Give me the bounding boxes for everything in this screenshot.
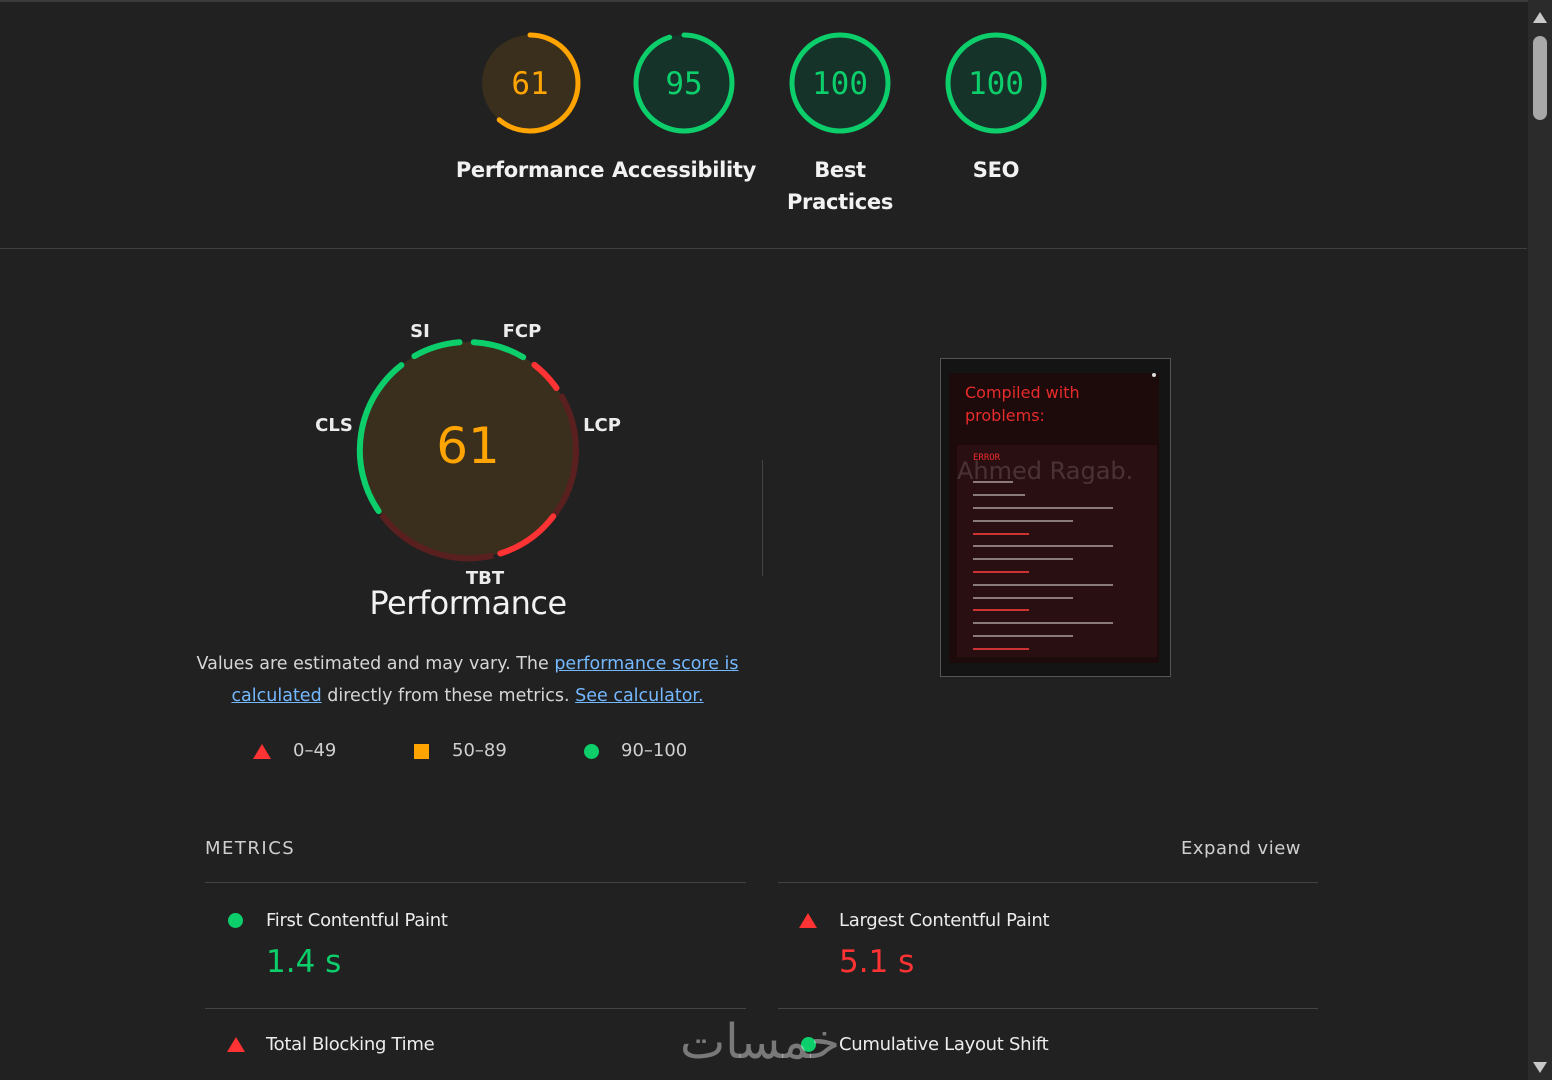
- circle-icon: [228, 913, 243, 928]
- gauge-seo[interactable]: 100 SEO: [916, 30, 1076, 186]
- label-fcp: FCP: [503, 321, 542, 342]
- performance-title: Performance: [369, 584, 567, 622]
- gauge-score: 95: [665, 66, 702, 102]
- scroll-thumb[interactable]: [1533, 36, 1547, 120]
- code-line: [973, 533, 1029, 535]
- gauge-ring: 100: [945, 32, 1047, 134]
- gauge-performance[interactable]: 61 Performance: [450, 30, 610, 186]
- legend-poor: 0–49: [253, 740, 336, 761]
- section-divider: [0, 248, 1527, 249]
- code-line: [973, 622, 1113, 624]
- expand-view-toggle[interactable]: Expand view: [1181, 838, 1301, 859]
- gauge-label: Performance: [455, 158, 605, 182]
- code-line: [973, 648, 1029, 650]
- gauge-score: 100: [968, 66, 1024, 102]
- final-screenshot[interactable]: Compiled with problems: ERROR Ahmed Raga…: [940, 358, 1171, 677]
- code-line: [973, 558, 1073, 560]
- gauge-accessibility[interactable]: 95 Accessibility: [604, 30, 764, 186]
- preview-error-title: Compiled with problems:: [965, 383, 1080, 425]
- label-si: SI: [410, 321, 430, 342]
- vertical-divider: [762, 460, 763, 576]
- label-lcp: LCP: [583, 415, 621, 436]
- gauge-ring: 95: [633, 32, 735, 134]
- scroll-down-arrow-icon[interactable]: [1533, 1062, 1547, 1073]
- metric-divider: [205, 882, 746, 883]
- gauge-best-practices[interactable]: 100 Best Practices: [760, 30, 920, 218]
- metric-label: First Contentful Paint: [266, 910, 448, 931]
- triangle-icon: [799, 913, 817, 928]
- code-line: [973, 571, 1029, 573]
- gauge-ring: 100: [789, 32, 891, 134]
- metric-divider: [778, 882, 1318, 883]
- code-line: [973, 520, 1073, 522]
- metric-value: 5.1 s: [839, 944, 915, 980]
- gauge-label: Accessibility: [611, 158, 757, 182]
- legend-good: 90–100: [584, 740, 687, 761]
- code-line: [973, 635, 1073, 637]
- legend-average: 50–89: [414, 740, 507, 761]
- code-line: [973, 609, 1029, 611]
- vertical-scrollbar[interactable]: [1528, 0, 1552, 1080]
- metric-divider: [778, 1008, 1318, 1009]
- metric-label: Largest Contentful Paint: [839, 910, 1050, 931]
- label-cls: CLS: [315, 415, 353, 436]
- code-line: [973, 584, 1113, 586]
- gauge-label: Best Practices: [786, 158, 894, 214]
- triangle-icon: [253, 744, 271, 759]
- close-dot-icon: [1152, 373, 1156, 377]
- code-line: [973, 545, 1113, 547]
- performance-score: 61: [436, 417, 500, 475]
- scroll-up-arrow-icon[interactable]: [1533, 12, 1547, 23]
- metrics-heading: METRICS: [205, 838, 296, 859]
- gauge-score: 100: [812, 66, 868, 102]
- metric-divider: [205, 1008, 746, 1009]
- performance-gauge: SI FCP LCP TBT CLS 61: [315, 321, 621, 589]
- circle-icon: [584, 744, 599, 759]
- performance-description: Values are estimated and may vary. The p…: [196, 654, 739, 706]
- top-border: [0, 0, 1528, 2]
- metric-label: Total Blocking Time: [266, 1034, 435, 1055]
- code-line: [973, 597, 1073, 599]
- triangle-icon: [227, 1037, 245, 1052]
- see-calculator-link[interactable]: See calculator.: [575, 686, 703, 706]
- gauge-score: 61: [511, 66, 548, 102]
- metric-value: 1.4 s: [266, 944, 342, 980]
- metric-label: Cumulative Layout Shift: [839, 1034, 1049, 1055]
- code-line: [973, 507, 1113, 509]
- square-icon: [414, 744, 429, 759]
- gauge-label: SEO: [972, 158, 1020, 182]
- khamsat-watermark: خمسات: [680, 1014, 841, 1070]
- code-line: [973, 494, 1025, 496]
- gauge-ring: 61: [479, 32, 581, 134]
- code-line: [973, 481, 1013, 483]
